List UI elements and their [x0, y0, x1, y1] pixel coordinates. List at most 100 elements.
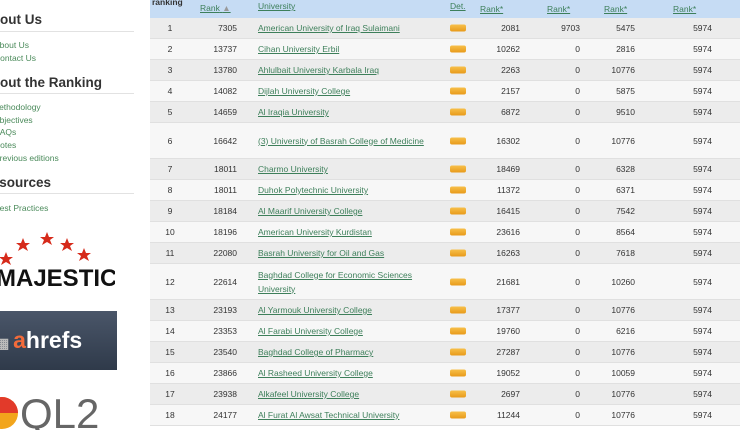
link-previous-editions[interactable]: Previous editions: [0, 153, 59, 163]
details-icon[interactable]: [450, 66, 466, 74]
link-best-practices[interactable]: Best Practices: [0, 203, 48, 213]
details-icon[interactable]: [450, 348, 466, 356]
university-link[interactable]: Al Furat Al Awsat Technical University: [258, 408, 438, 422]
row-ranking: 13: [165, 305, 175, 315]
row-rank2: 0: [575, 305, 580, 315]
header-rank4[interactable]: Rank*: [673, 4, 696, 14]
table-row: 1 7305 American University of Iraq Sulaima…: [150, 18, 740, 39]
university-link[interactable]: Baghdad College for Economic Sciences Un…: [258, 268, 438, 296]
row-rank3: 2816: [616, 44, 635, 54]
row-rank2: 0: [575, 248, 580, 258]
majestic-logo[interactable]: MAJESTIC: [0, 228, 115, 290]
details-icon[interactable]: [450, 278, 466, 285]
details-icon[interactable]: [450, 186, 466, 194]
sidebar: About Us About Us Contact Us About the R…: [0, 0, 140, 430]
details-icon[interactable]: [450, 327, 466, 335]
university-link[interactable]: American University of Iraq Sulaimani: [258, 21, 438, 35]
row-rank1: 19052: [496, 368, 520, 378]
header-rank2[interactable]: Rank*: [547, 4, 570, 14]
ahrefs-logo[interactable]: ▦ ahrefs: [0, 311, 117, 370]
university-link[interactable]: Al Rasheed University College: [258, 366, 438, 380]
link-about-us[interactable]: About Us: [0, 40, 29, 50]
row-ranking: 18: [165, 410, 175, 420]
details-icon[interactable]: [450, 24, 466, 32]
university-link[interactable]: Alkafeel University College: [258, 387, 438, 401]
row-ranking: 2: [167, 44, 173, 54]
header-det[interactable]: Det.: [450, 1, 466, 11]
university-link[interactable]: Charmo University: [258, 162, 438, 176]
about-heading: About Us: [0, 12, 42, 27]
details-icon[interactable]: [450, 45, 466, 53]
details-icon[interactable]: [450, 137, 466, 144]
table-row: 17 23938 Alkafeel University College 2697 0 1…: [150, 384, 740, 405]
link-faqs[interactable]: FAQs: [0, 127, 16, 137]
details-icon[interactable]: [450, 228, 466, 236]
university-link[interactable]: Basrah University for Oil and Gas: [258, 246, 438, 260]
details-icon[interactable]: [450, 249, 466, 257]
row-ranking: 16: [165, 368, 175, 378]
row-rank4: 5974: [693, 248, 712, 258]
table-row: 18 24177 Al Furat Al Awsat Technical Unive…: [150, 405, 740, 426]
row-ranking: 11: [165, 248, 175, 258]
university-link[interactable]: Al Farabi University College: [258, 324, 438, 338]
details-icon[interactable]: [450, 207, 466, 215]
row-ranking: 3: [167, 65, 173, 75]
row-rank2: 0: [575, 347, 580, 357]
row-rank3: 10776: [611, 347, 635, 357]
row-rank: 14659: [213, 107, 237, 117]
header-rank-sort[interactable]: Rank ▲: [200, 3, 231, 13]
row-rank2: 0: [575, 44, 580, 54]
university-link[interactable]: Dijlah University College: [258, 84, 438, 98]
table-row: 11 22080 Basrah University for Oil and Gas…: [150, 243, 740, 264]
university-link[interactable]: American University Kurdistan: [258, 225, 438, 239]
university-link[interactable]: (3) University of Basrah College of Medi…: [258, 134, 438, 148]
details-icon[interactable]: [450, 306, 466, 314]
header-university[interactable]: University: [258, 1, 295, 11]
table-row: 2 13737 Cihan University Erbil 10262 0 2816 59…: [150, 39, 740, 60]
university-link[interactable]: Baghdad College of Pharmacy: [258, 345, 438, 359]
row-rank: 23866: [213, 368, 237, 378]
university-link[interactable]: Duhok Polytechnic University: [258, 183, 438, 197]
details-icon[interactable]: [450, 369, 466, 377]
university-link[interactable]: Al Iraqia University: [258, 105, 438, 119]
details-icon[interactable]: [450, 390, 466, 398]
details-icon[interactable]: [450, 87, 466, 95]
row-rank3: 8564: [616, 227, 635, 237]
ql2-logo[interactable]: QL2: [0, 380, 120, 430]
row-rank4: 5974: [693, 23, 712, 33]
row-rank: 23193: [213, 305, 237, 315]
row-rank4: 5974: [693, 206, 712, 216]
table-row: 7 18011 Charmo University 18469 0 6328 5974: [150, 159, 740, 180]
row-rank3: 10260: [611, 276, 635, 287]
details-icon[interactable]: [450, 411, 466, 419]
link-methodology[interactable]: Methodology: [0, 102, 41, 112]
link-contact-us[interactable]: Contact Us: [0, 53, 36, 63]
row-rank: 14082: [213, 86, 237, 96]
row-rank4: 5974: [693, 65, 712, 75]
row-rank: 18011: [213, 164, 237, 174]
row-rank4: 5974: [693, 410, 712, 420]
details-icon[interactable]: [450, 165, 466, 173]
row-rank2: 0: [575, 135, 580, 146]
row-rank4: 5974: [693, 326, 712, 336]
header-rank1[interactable]: Rank*: [480, 4, 503, 14]
header-rank3[interactable]: Rank*: [604, 4, 627, 14]
row-rank: 23540: [213, 347, 237, 357]
university-link[interactable]: Ahlulbait University Karbala Iraq: [258, 63, 438, 77]
row-rank4: 5974: [693, 368, 712, 378]
row-rank1: 11244: [496, 410, 520, 420]
university-link[interactable]: Al Yarmouk University College: [258, 303, 438, 317]
table-row: 10 18196 American University Kurdistan 2361…: [150, 222, 740, 243]
row-rank2: 0: [575, 368, 580, 378]
row-rank1: 10262: [496, 44, 520, 54]
details-icon[interactable]: [450, 108, 466, 116]
link-objectives[interactable]: Objectives: [0, 115, 33, 125]
university-link[interactable]: Al Maarif University College: [258, 204, 438, 218]
row-rank2: 0: [575, 107, 580, 117]
row-ranking: 4: [167, 86, 173, 96]
row-ranking: 14: [165, 326, 175, 336]
ranking-heading: About the Ranking: [0, 75, 102, 90]
row-rank3: 7542: [616, 206, 635, 216]
university-link[interactable]: Cihan University Erbil: [258, 42, 438, 56]
link-notes[interactable]: Notes: [0, 140, 16, 150]
